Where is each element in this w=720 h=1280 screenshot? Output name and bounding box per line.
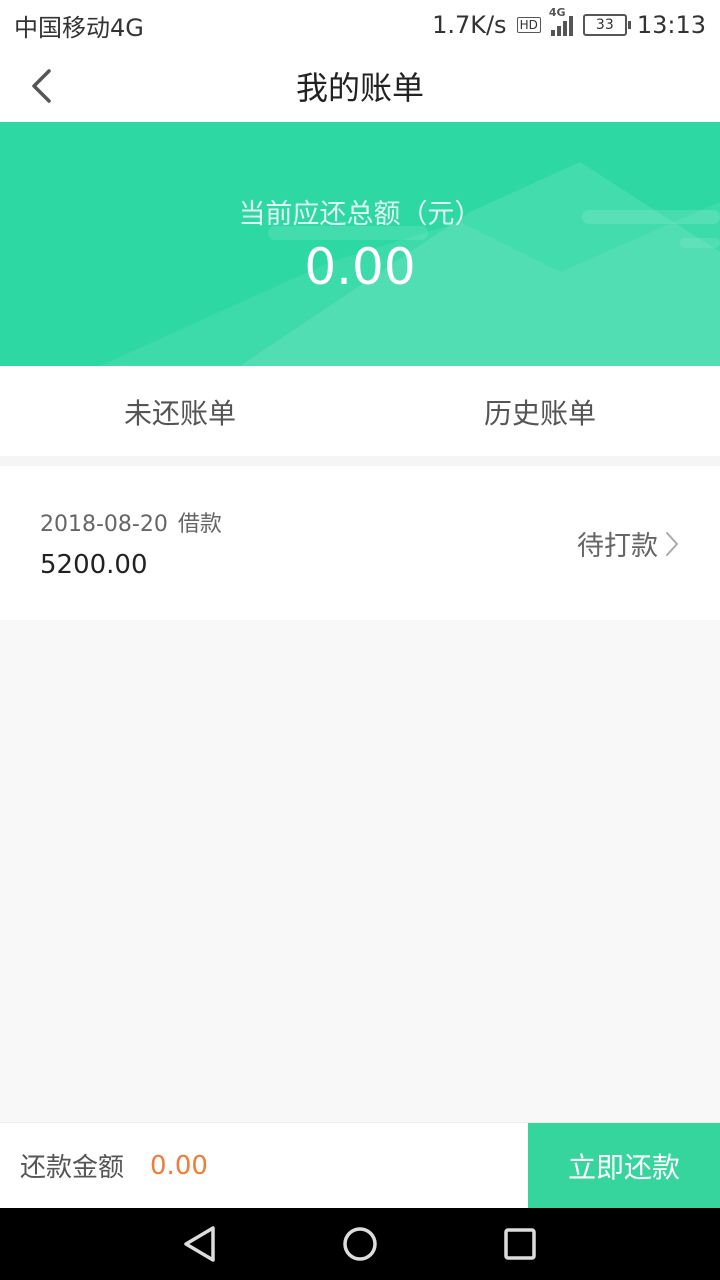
carrier-name: 中国移动4G	[14, 13, 144, 42]
bill-amount: 5200.00	[40, 550, 148, 580]
circle-home-icon	[343, 1227, 377, 1261]
total-due-banner: 当前应还总额（元） 0.00	[0, 122, 720, 366]
chevron-right-icon	[666, 531, 678, 556]
bill-tabs: 未还账单 历史账单	[0, 366, 720, 464]
hd-badge: HD	[516, 17, 541, 33]
bill-type: 借款	[177, 512, 222, 537]
system-nav-bar	[0, 1208, 720, 1280]
bill-status: 待打款	[577, 524, 680, 563]
repay-bar: 还款金额 0.00 立即还款	[0, 1122, 720, 1209]
status-right: 1.7K/s HD 4G 33 13:13	[432, 6, 706, 39]
status-bar: 中国移动4G 1.7K/s HD 4G 33 13:13	[0, 0, 720, 50]
chevron-left-icon	[32, 69, 51, 103]
nav-back-button[interactable]	[164, 1208, 236, 1280]
total-due-amount: 0.00	[304, 238, 416, 296]
bill-status-label: 待打款	[577, 531, 658, 562]
back-button[interactable]	[22, 66, 62, 106]
page-title: 我的账单	[295, 69, 424, 107]
repay-now-button[interactable]: 立即还款	[528, 1123, 720, 1209]
repay-amount-value: 0.00	[150, 1150, 208, 1181]
bill-list-item[interactable]: 2018-08-20 借款 5200.00 待打款	[0, 466, 720, 620]
battery-icon: 33	[582, 14, 631, 36]
app-header: 我的账单	[0, 50, 720, 122]
network-speed: 1.7K/s	[432, 11, 507, 39]
nav-home-button[interactable]	[324, 1208, 396, 1280]
tab-history-bills[interactable]: 历史账单	[360, 366, 720, 464]
tab-unpaid-bills[interactable]: 未还账单	[0, 366, 360, 464]
bill-meta: 2018-08-20 借款	[40, 506, 222, 538]
signal-icon: 4G	[549, 6, 573, 36]
triangle-back-icon	[184, 1226, 215, 1262]
square-recent-icon	[504, 1228, 536, 1260]
network-type: 4G	[548, 6, 566, 19]
repay-amount-label: 还款金额	[20, 1153, 125, 1183]
bill-date: 2018-08-20	[40, 512, 168, 537]
nav-recent-button[interactable]	[484, 1208, 556, 1280]
clock: 13:13	[636, 11, 706, 39]
repay-summary: 还款金额 0.00	[0, 1123, 528, 1208]
section-divider	[0, 456, 720, 466]
total-due-label: 当前应还总额（元）	[238, 199, 482, 230]
